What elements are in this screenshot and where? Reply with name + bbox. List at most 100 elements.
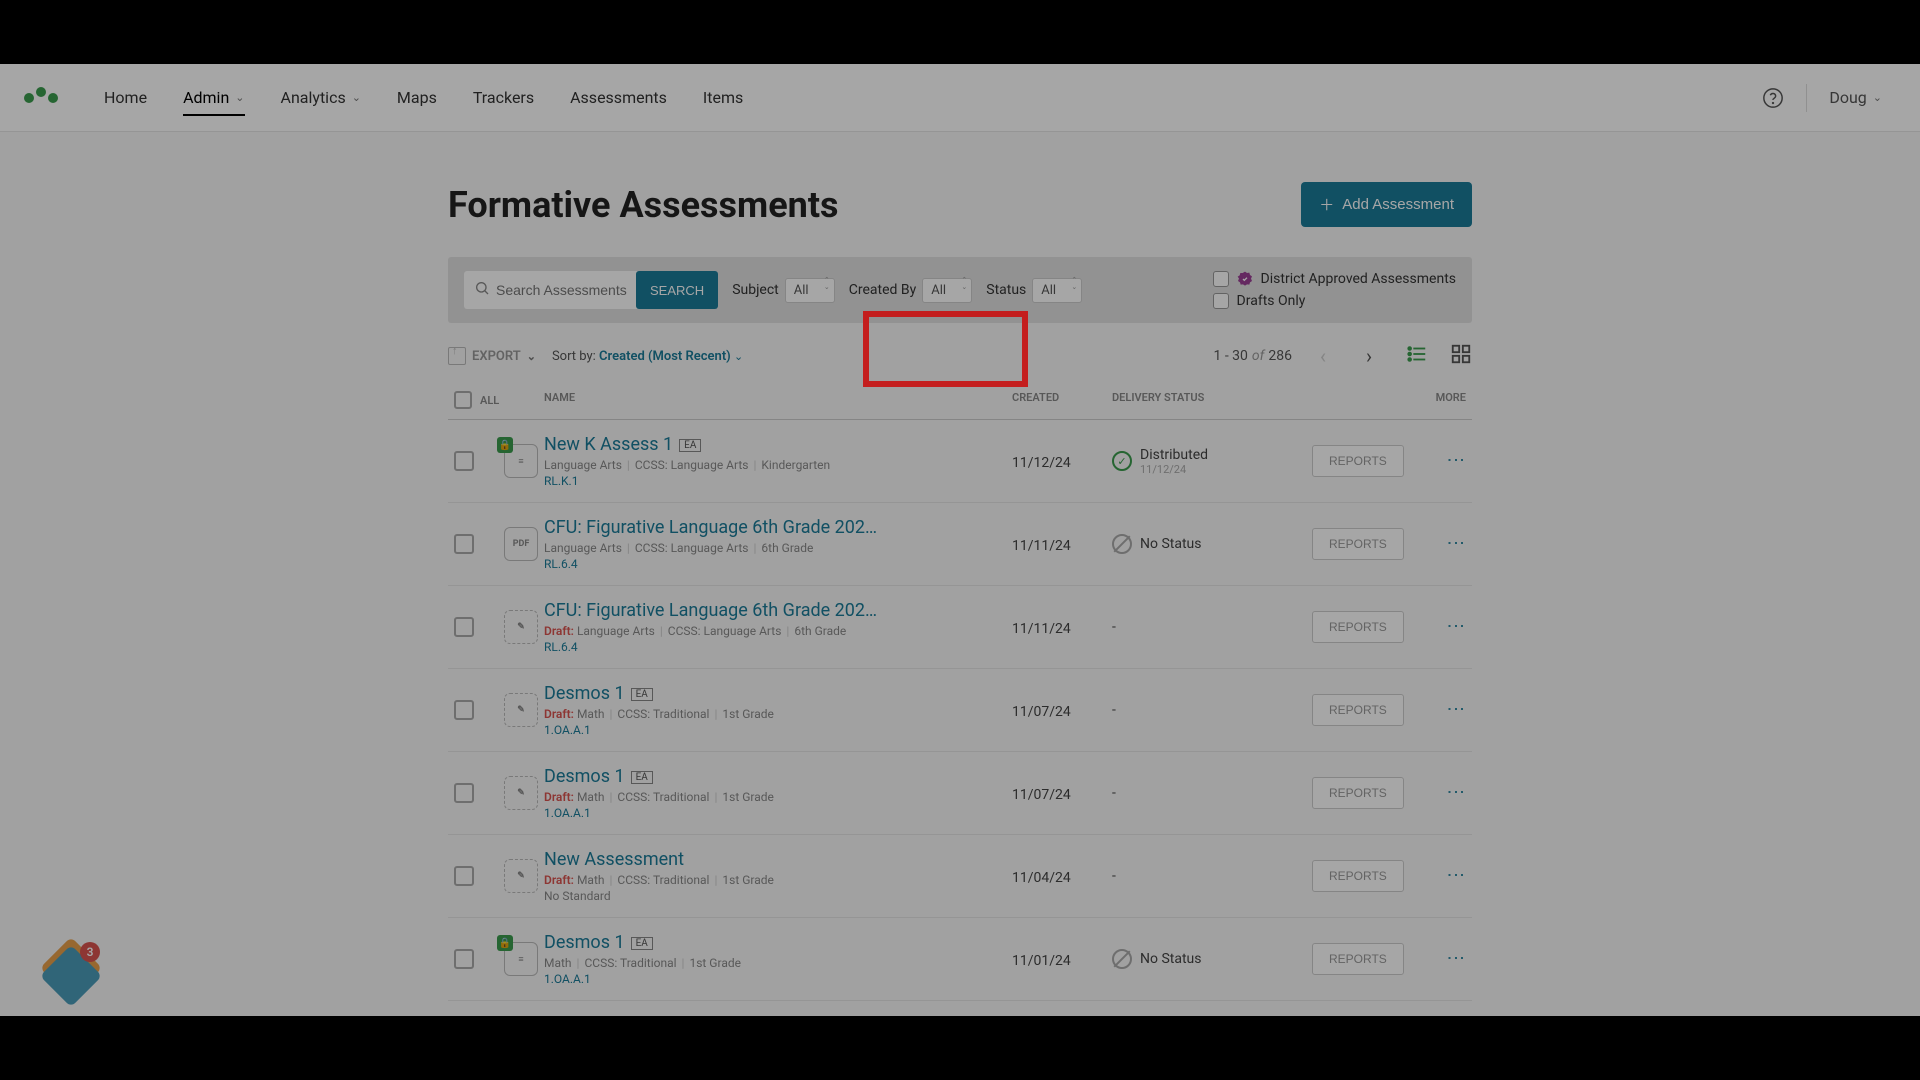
notification-count: 3 xyxy=(80,942,100,962)
table-row: 🔒≡ New K Assess 1EA Language Arts|CCSS: … xyxy=(448,420,1472,503)
standard-link[interactable]: 1.OA.A.1 xyxy=(544,723,1012,737)
assessment-type-icon: ✎ xyxy=(504,693,538,727)
standard-link[interactable]: 1.OA.A.1 xyxy=(544,972,1012,986)
row-checkbox[interactable] xyxy=(454,451,474,471)
chevron-down-icon: ⌄ xyxy=(527,350,536,363)
status-select[interactable]: All xyxy=(1032,278,1082,303)
export-icon xyxy=(448,347,466,365)
more-actions-icon[interactable]: ⋮ xyxy=(1445,451,1466,467)
district-approved-checkbox[interactable]: District Approved Assessments xyxy=(1213,271,1456,287)
assessment-type-icon: 🔒≡ xyxy=(504,444,538,478)
created-date: 11/01/24 xyxy=(1012,953,1071,969)
nav-trackers[interactable]: Trackers xyxy=(455,64,552,132)
row-checkbox[interactable] xyxy=(454,700,474,720)
standard-link[interactable]: RL.6.4 xyxy=(544,640,1012,654)
more-actions-icon[interactable]: ⋮ xyxy=(1445,866,1466,882)
assessment-title[interactable]: CFU: Figurative Language 6th Grade 202… xyxy=(544,517,877,538)
col-all: ALL xyxy=(480,394,499,407)
reports-button[interactable]: REPORTS xyxy=(1312,943,1404,975)
export-button[interactable]: EXPORT⌄ xyxy=(448,347,536,365)
col-delivery: DELIVERY STATUS xyxy=(1112,391,1312,409)
subject-select[interactable]: All xyxy=(785,278,835,303)
standard-link: No Standard xyxy=(544,889,1012,903)
standard-link[interactable]: RL.6.4 xyxy=(544,557,1012,571)
assessment-title[interactable]: Desmos 1 xyxy=(544,766,625,787)
assessment-meta: Language Arts|CCSS: Language Arts|6th Gr… xyxy=(544,541,1012,555)
subject-label: Subject xyxy=(732,282,779,298)
col-created: CREATED xyxy=(1012,391,1112,409)
pager-next[interactable]: › xyxy=(1354,341,1384,371)
search-input[interactable] xyxy=(496,282,636,298)
assessment-title[interactable]: New K Assess 1 xyxy=(544,434,673,455)
subject-filter: Subject All xyxy=(732,278,835,303)
created-date: 11/07/24 xyxy=(1012,704,1071,720)
drafts-only-checkbox[interactable]: Drafts Only xyxy=(1213,293,1456,309)
table-row: ✎ Desmos 1EA Draft: Math|CCSS: Tradition… xyxy=(448,669,1472,752)
assessment-title[interactable]: Desmos 1 xyxy=(544,683,625,704)
row-checkbox[interactable] xyxy=(454,949,474,969)
table-row: ✎ New Assessment Draft: Math|CCSS: Tradi… xyxy=(448,835,1472,918)
assessment-title[interactable]: Desmos 1 xyxy=(544,932,625,953)
table-row: 🔒≡ Desmos 1EA Math|CCSS: Traditional|1st… xyxy=(448,918,1472,1001)
createdby-filter: Created By All xyxy=(849,278,972,303)
reports-button[interactable]: REPORTS xyxy=(1312,694,1404,726)
user-menu[interactable]: Doug⌄ xyxy=(1815,88,1896,107)
reports-button[interactable]: REPORTS xyxy=(1312,611,1404,643)
nav-admin[interactable]: Admin⌄ xyxy=(165,64,262,132)
more-actions-icon[interactable]: ⋮ xyxy=(1445,617,1466,633)
notification-badge[interactable]: 3 xyxy=(46,946,96,996)
created-date: 11/07/24 xyxy=(1012,787,1071,803)
status-ok-icon: ✓ xyxy=(1112,451,1132,471)
more-actions-icon[interactable]: ⋮ xyxy=(1445,783,1466,799)
delivery-status: - xyxy=(1112,785,1312,801)
assessment-meta: Draft: Language Arts|CCSS: Language Arts… xyxy=(544,624,1012,638)
row-checkbox[interactable] xyxy=(454,783,474,803)
more-actions-icon[interactable]: ⋮ xyxy=(1445,534,1466,550)
sort-by[interactable]: Sort by: Created (Most Recent) ⌄ xyxy=(552,349,743,364)
nav-maps[interactable]: Maps xyxy=(379,64,455,132)
grid-view-icon[interactable] xyxy=(1450,343,1472,369)
nav-assessments[interactable]: Assessments xyxy=(552,64,685,132)
status-none-icon xyxy=(1112,534,1132,554)
assessment-meta: Draft: Math|CCSS: Traditional|1st Grade xyxy=(544,873,1012,887)
nav-analytics[interactable]: Analytics⌄ xyxy=(263,64,379,132)
row-checkbox[interactable] xyxy=(454,866,474,886)
nav-items[interactable]: Items xyxy=(685,64,761,132)
col-name: NAME xyxy=(544,391,1012,409)
search-wrap: SEARCH xyxy=(464,271,718,309)
help-icon[interactable] xyxy=(1748,87,1798,109)
page-title: Formative Assessments xyxy=(448,184,839,226)
list-view-icon[interactable] xyxy=(1406,343,1428,369)
top-nav: Home Admin⌄ Analytics⌄ Maps Trackers Ass… xyxy=(0,64,1920,132)
nav-home[interactable]: Home xyxy=(86,64,165,132)
plus-icon: ＋ xyxy=(1319,194,1334,215)
more-actions-icon[interactable]: ⋮ xyxy=(1445,700,1466,716)
table-row: ✎ Desmos 1EA Draft: Math|CCSS: Tradition… xyxy=(448,752,1472,835)
select-all-checkbox[interactable] xyxy=(454,391,472,409)
reports-button[interactable]: REPORTS xyxy=(1312,777,1404,809)
createdby-label: Created By xyxy=(849,282,916,298)
assessment-meta: Math|CCSS: Traditional|1st Grade xyxy=(544,956,1012,970)
add-assessment-button[interactable]: ＋Add Assessment xyxy=(1301,182,1472,227)
createdby-select[interactable]: All xyxy=(922,278,972,303)
chevron-down-icon: ⌄ xyxy=(352,91,361,104)
reports-button[interactable]: REPORTS xyxy=(1312,528,1404,560)
row-checkbox[interactable] xyxy=(454,534,474,554)
created-date: 11/11/24 xyxy=(1012,621,1071,637)
verified-icon xyxy=(1237,271,1253,287)
standard-link[interactable]: RL.K.1 xyxy=(544,474,1012,488)
reports-button[interactable]: REPORTS xyxy=(1312,445,1404,477)
status-label: Status xyxy=(986,282,1026,298)
delivery-status: - xyxy=(1112,702,1312,718)
standard-link[interactable]: 1.OA.A.1 xyxy=(544,806,1012,820)
more-actions-icon[interactable]: ⋮ xyxy=(1445,949,1466,965)
row-checkbox[interactable] xyxy=(454,617,474,637)
pager-text: 1 - 30 of 286 xyxy=(1214,348,1293,364)
assessment-title[interactable]: CFU: Figurative Language 6th Grade 202… xyxy=(544,600,877,621)
assessment-title[interactable]: New Assessment xyxy=(544,849,684,870)
assessments-table: ALL NAME CREATED DELIVERY STATUS MORE 🔒≡… xyxy=(448,381,1472,1001)
reports-button[interactable]: REPORTS xyxy=(1312,860,1404,892)
pager-prev[interactable]: ‹ xyxy=(1308,341,1338,371)
search-button[interactable]: SEARCH xyxy=(636,271,718,309)
assessment-meta: Draft: Math|CCSS: Traditional|1st Grade xyxy=(544,707,1012,721)
